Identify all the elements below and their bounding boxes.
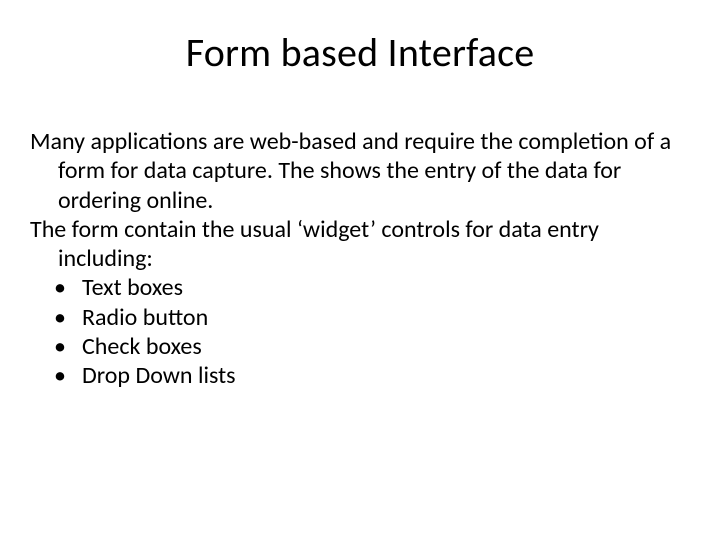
list-item: Drop Down lists [30,361,690,390]
slide-body: Many applications are web-based and requ… [30,127,690,390]
paragraph-2: The form contain the usual ‘widget’ cont… [30,215,690,274]
paragraph-1: Many applications are web-based and requ… [30,127,690,215]
bullet-list: Text boxes Radio button Check boxes Drop… [30,273,690,390]
list-item: Text boxes [30,273,690,302]
list-item: Radio button [30,303,690,332]
list-item: Check boxes [30,332,690,361]
slide-title: Form based Interface [30,28,690,77]
